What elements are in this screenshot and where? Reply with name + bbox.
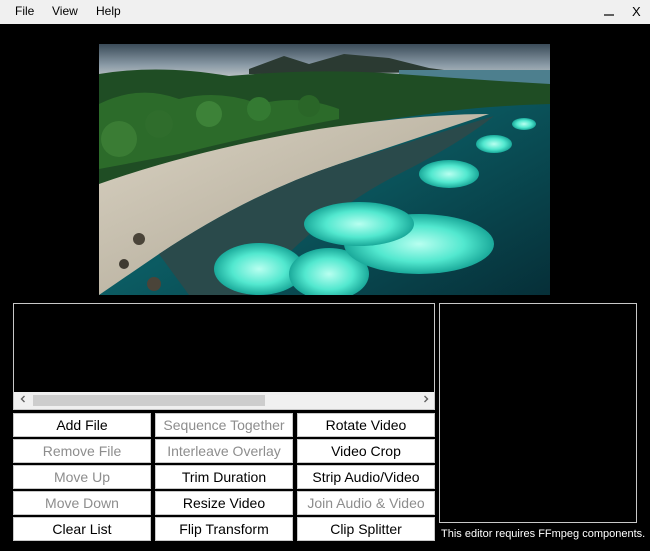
scroll-thumb[interactable] [33,395,265,406]
chevron-right-glyph [423,395,428,403]
menu-help[interactable]: Help [96,4,121,19]
chevron-left-icon[interactable] [14,392,31,409]
info-panel [439,303,637,523]
close-button[interactable]: X [632,3,641,20]
move-up-button[interactable]: Move Up [13,465,151,489]
add-file-button[interactable]: Add File [13,413,151,437]
file-list[interactable] [13,303,435,410]
move-down-button[interactable]: Move Down [13,491,151,515]
rotate-video-button[interactable]: Rotate Video [297,413,435,437]
remove-file-button[interactable]: Remove File [13,439,151,463]
minimize-glyph [604,14,614,16]
trim-duration-button[interactable]: Trim Duration [155,465,293,489]
flip-transform-button[interactable]: Flip Transform [155,517,293,541]
preview-image [99,44,550,295]
chevron-left-glyph [20,395,25,403]
chevron-right-icon[interactable] [417,392,434,409]
strip-audio-video-button[interactable]: Strip Audio/Video [297,465,435,489]
resize-video-button[interactable]: Resize Video [155,491,293,515]
sequence-together-button[interactable]: Sequence Together [155,413,293,437]
video-crop-button[interactable]: Video Crop [297,439,435,463]
clear-list-button[interactable]: Clear List [13,517,151,541]
menu-bar: File View Help X [0,0,650,24]
join-audio-video-button[interactable]: Join Audio & Video [297,491,435,515]
status-text: This editor requires FFmpeg components. [441,528,646,540]
interleave-overlay-button[interactable]: Interleave Overlay [155,439,293,463]
horizontal-scrollbar[interactable] [14,392,434,409]
video-preview [99,44,550,295]
menu-view[interactable]: View [52,4,78,19]
clip-splitter-button[interactable]: Clip Splitter [297,517,435,541]
menu-file[interactable]: File [15,4,34,19]
minimize-icon[interactable] [604,3,614,21]
